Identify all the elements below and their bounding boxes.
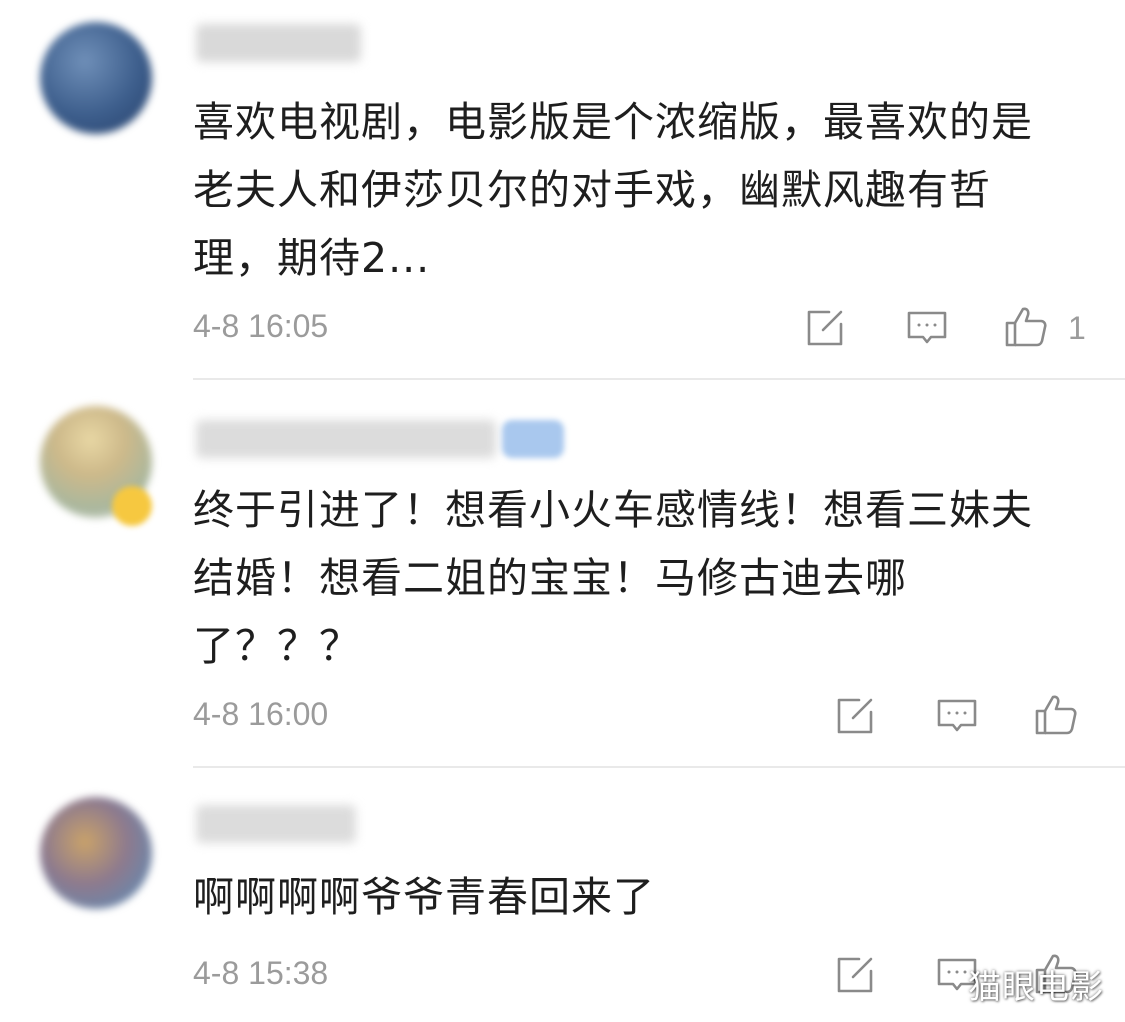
vip-badge bbox=[502, 420, 564, 458]
watermark: 猫眼电影 bbox=[968, 967, 1104, 1006]
username-blurred[interactable] bbox=[196, 805, 356, 843]
comment-time: 4-8 16:00 bbox=[193, 696, 329, 732]
avatar[interactable] bbox=[40, 797, 152, 909]
comment-icon bbox=[937, 699, 977, 732]
reply-button[interactable] bbox=[935, 694, 979, 738]
edit-icon bbox=[837, 957, 873, 993]
like-button[interactable] bbox=[1034, 692, 1078, 736]
comment-time: 4-8 15:38 bbox=[193, 955, 329, 991]
comment-item: 终于引进了！想看小火车感情线！想看三妹夫结婚！想看二姐的宝宝！马修古迪去哪了？？… bbox=[0, 380, 1125, 768]
comment-item: 喜欢电视剧，电影版是个浓缩版，最喜欢的是老夫人和伊莎贝尔的对手戏，幽默风趣有哲理… bbox=[0, 0, 1125, 380]
thumbs-up-icon bbox=[1005, 307, 1047, 347]
edit-icon bbox=[807, 310, 843, 346]
avatar[interactable] bbox=[40, 22, 152, 134]
comment-text: 终于引进了！想看小火车感情线！想看三妹夫结婚！想看二姐的宝宝！马修古迪去哪了？？… bbox=[193, 486, 1033, 670]
edit-button[interactable] bbox=[833, 694, 877, 738]
like-button[interactable] bbox=[1004, 304, 1048, 348]
comment-time: 4-8 16:05 bbox=[193, 308, 329, 344]
avatar-badge bbox=[112, 486, 152, 526]
username-blurred[interactable] bbox=[196, 420, 496, 458]
comment-text: 喜欢电视剧，电影版是个浓缩版，最喜欢的是老夫人和伊莎贝尔的对手戏，幽默风趣有哲理… bbox=[193, 98, 1033, 282]
edit-icon bbox=[837, 698, 873, 734]
comment-icon bbox=[907, 311, 947, 344]
like-count: 1 bbox=[1068, 310, 1086, 346]
thumbs-up-icon bbox=[1035, 695, 1077, 735]
reply-button[interactable] bbox=[905, 306, 949, 350]
username-blurred[interactable] bbox=[196, 24, 361, 62]
edit-button[interactable] bbox=[833, 953, 877, 997]
comment-item: 啊啊啊啊爷爷青春回来了 4-8 15:38 bbox=[0, 767, 1125, 1022]
comment-text: 啊啊啊啊爷爷青春回来了 bbox=[193, 873, 655, 921]
edit-button[interactable] bbox=[803, 306, 847, 350]
